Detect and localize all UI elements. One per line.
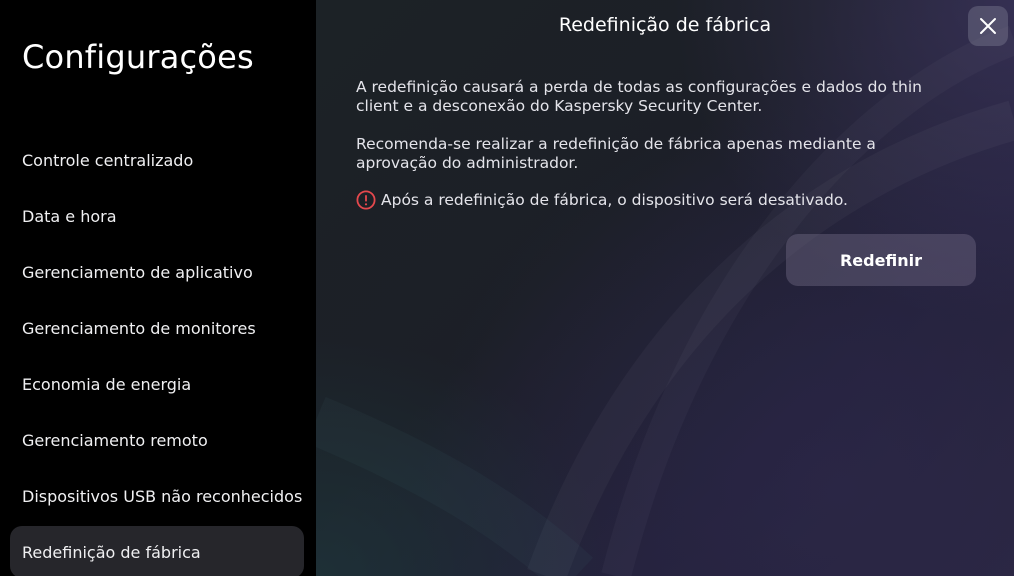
page-title: Redefinição de fábrica xyxy=(558,14,772,36)
sidebar-item-power-saving[interactable]: Economia de energia xyxy=(10,358,304,410)
reset-button[interactable]: Redefinir xyxy=(786,234,976,286)
sidebar-title: Configurações xyxy=(22,38,254,76)
sidebar-item-app-management[interactable]: Gerenciamento de aplicativo xyxy=(10,246,304,298)
reset-description: A redefinição causará a perda de todas a… xyxy=(356,78,956,210)
sidebar-item-monitor-management[interactable]: Gerenciamento de monitores xyxy=(10,302,304,354)
deactivation-warning: Após a redefinição de fábrica, o disposi… xyxy=(356,190,956,210)
reset-warning-paragraph: A redefinição causará a perda de todas a… xyxy=(356,78,922,115)
sidebar-item-date-time[interactable]: Data e hora xyxy=(10,190,304,242)
sidebar-nav: Controle centralizado Data e hora Gerenc… xyxy=(10,134,304,576)
sidebar: Configurações Controle centralizado Data… xyxy=(0,0,316,576)
sidebar-item-factory-reset[interactable]: Redefinição de fábrica xyxy=(10,526,304,576)
close-icon xyxy=(980,18,996,34)
sidebar-item-remote-management[interactable]: Gerenciamento remoto xyxy=(10,414,304,466)
admin-approval-paragraph: Recomenda-se realizar a redefinição de f… xyxy=(356,135,876,172)
close-button[interactable] xyxy=(968,6,1008,46)
sidebar-item-centralized-control[interactable]: Controle centralizado xyxy=(10,134,304,186)
main-panel: Redefinição de fábrica A redefinição cau… xyxy=(316,0,1014,576)
sidebar-item-unrecognized-usb[interactable]: Dispositivos USB não reconhecidos xyxy=(10,470,304,522)
settings-window: Configurações Controle centralizado Data… xyxy=(0,0,1014,576)
exclamation-circle-icon xyxy=(356,190,376,210)
deactivation-warning-text: Após a redefinição de fábrica, o disposi… xyxy=(381,191,848,209)
